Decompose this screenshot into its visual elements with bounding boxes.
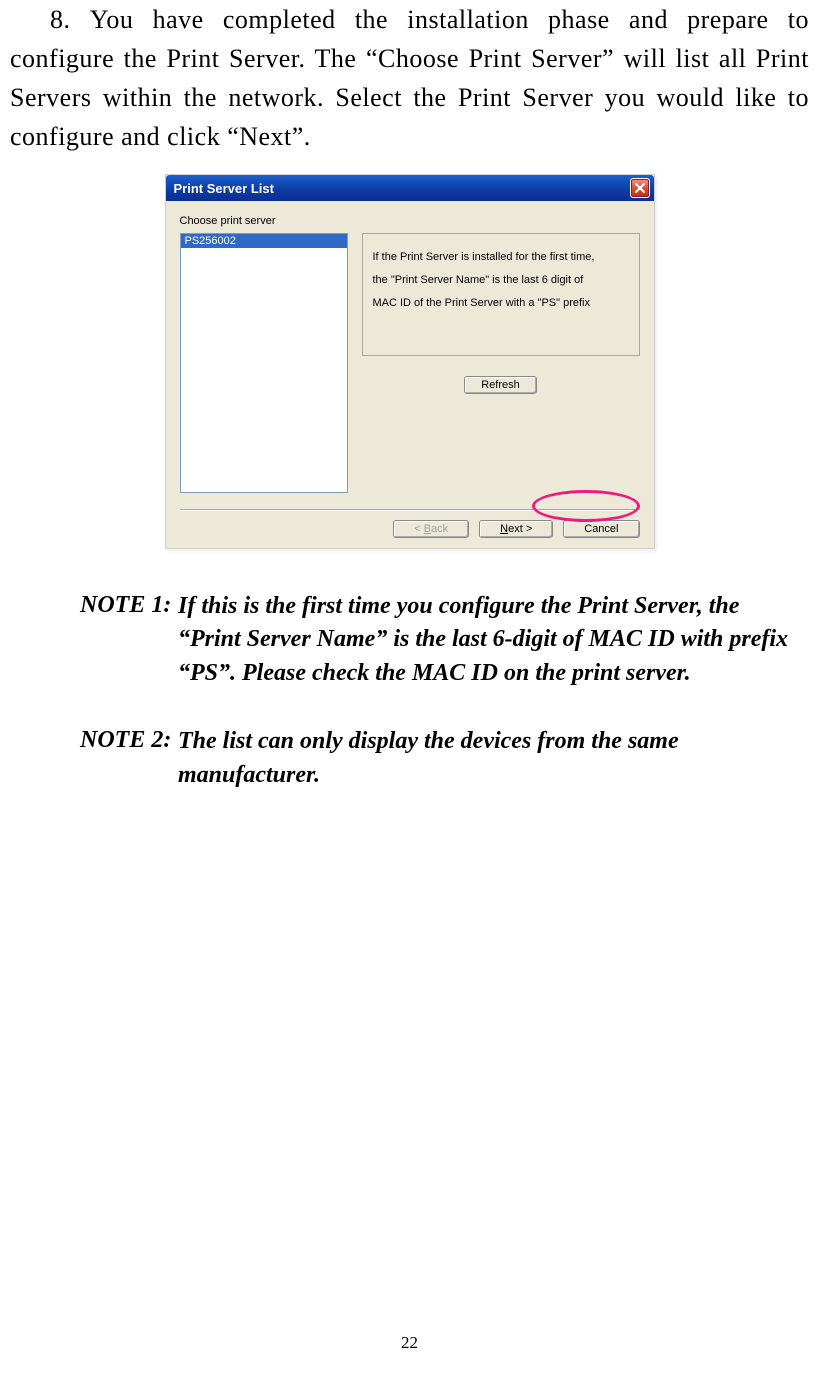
- step-paragraph: 8. You have completed the installation p…: [10, 0, 809, 156]
- info-line: the "Print Server Name" is the last 6 di…: [373, 269, 629, 292]
- note-1-body: If this is the first time you configure …: [178, 590, 799, 691]
- close-button[interactable]: [630, 178, 650, 198]
- note-2-body: The list can only display the devices fr…: [178, 725, 799, 792]
- note-2: NOTE 2: The list can only display the de…: [80, 724, 799, 792]
- refresh-button[interactable]: Refresh: [464, 376, 537, 394]
- note-1: NOTE 1: If this is the first time you co…: [80, 589, 799, 690]
- close-icon: [635, 183, 645, 193]
- step-number: 8.: [50, 0, 71, 39]
- dialog-title: Print Server List: [174, 181, 274, 196]
- next-button[interactable]: Next >: [479, 520, 553, 538]
- divider: [180, 509, 640, 510]
- highlight-ring: [532, 490, 640, 522]
- cancel-button[interactable]: Cancel: [563, 520, 639, 538]
- info-line: If the Print Server is installed for the…: [373, 246, 629, 269]
- print-server-listbox[interactable]: PS256002: [180, 233, 348, 493]
- page-number: 22: [0, 1333, 819, 1353]
- note-1-label: NOTE 1:: [80, 592, 171, 618]
- choose-label: Choose print server: [180, 215, 640, 227]
- note-2-label: NOTE 2:: [80, 727, 171, 753]
- list-item[interactable]: PS256002: [181, 234, 347, 248]
- dialog-titlebar: Print Server List: [166, 175, 654, 201]
- info-box: If the Print Server is installed for the…: [362, 233, 640, 356]
- back-button: < Back: [393, 520, 469, 538]
- step-text: You have completed the installation phas…: [10, 5, 809, 151]
- dialog-window: Print Server List Choose print server PS…: [165, 174, 655, 549]
- info-line: MAC ID of the Print Server with a "PS" p…: [373, 292, 629, 315]
